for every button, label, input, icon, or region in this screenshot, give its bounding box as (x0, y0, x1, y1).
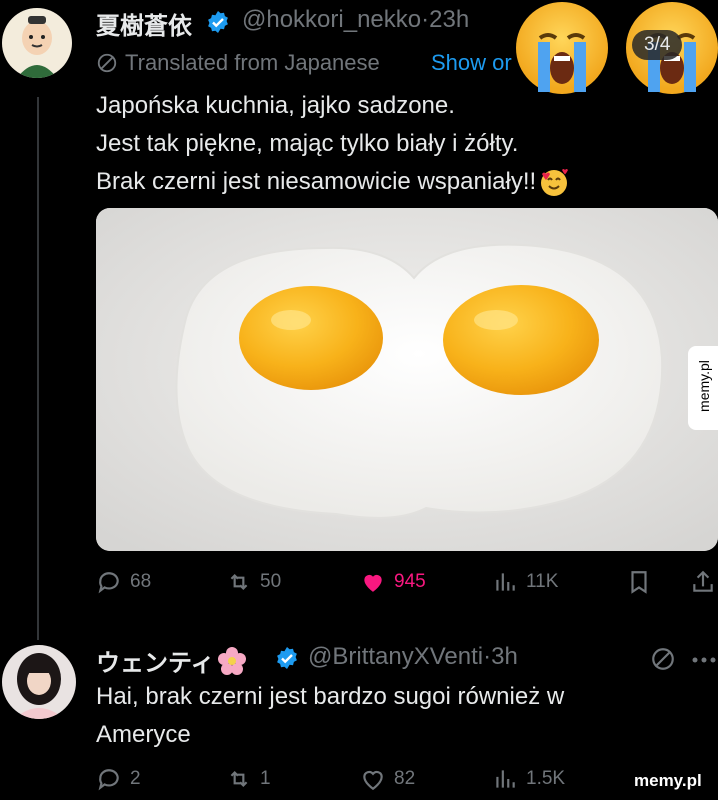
translated-label: Translated from Japanese (125, 50, 380, 75)
reply-count: 68 (130, 571, 152, 592)
like-count: 945 (394, 571, 426, 592)
views-count: 11K (526, 571, 559, 592)
repost-button[interactable]: 50 (226, 569, 281, 595)
image-counter: 3/4 (632, 30, 683, 60)
views-button[interactable]: 1.5K (492, 766, 565, 792)
share-button[interactable] (690, 569, 716, 595)
views-icon (496, 770, 515, 788)
views-count: 1.5K (526, 768, 566, 789)
tweet-image[interactable] (96, 208, 718, 551)
thread-line (37, 97, 39, 640)
show-original-link[interactable]: Show or (431, 50, 512, 76)
handle-text: @hokkori_nekko (242, 6, 422, 33)
handle-text: @BrittanyXVenti (308, 643, 484, 670)
display-name[interactable]: 夏樹蒼依 (96, 6, 192, 41)
repost-count: 50 (260, 571, 282, 592)
side-watermark-text: memy.pl (696, 360, 712, 412)
reply-icon (98, 572, 119, 594)
bookmark-button[interactable] (626, 569, 652, 595)
tweet-text-line: Japońska kuchnia, jajko sadzone. (96, 92, 455, 119)
smiling-face-with-hearts-icon (541, 169, 569, 196)
separator: · (421, 6, 430, 33)
timestamp[interactable]: 3h (491, 643, 518, 670)
display-name-text: ウェンティ (96, 650, 215, 677)
repost-button[interactable]: 1 (226, 766, 271, 792)
reply-count: 2 (130, 768, 141, 789)
cherry-blossom-icon (217, 646, 246, 675)
views-button[interactable]: 11K (492, 569, 558, 595)
heart-filled-icon (364, 574, 382, 592)
views-icon (496, 573, 515, 591)
handle[interactable]: @BrittanyXVenti·3h (308, 643, 518, 671)
reply-icon (98, 769, 119, 791)
display-name[interactable]: ウェンティ (96, 643, 247, 678)
crying-emoji-icon (516, 2, 608, 94)
tweet-text-line: Ameryce (96, 721, 191, 748)
side-watermark: memy.pl (688, 346, 718, 430)
verified-badge-icon (277, 647, 297, 669)
translate-icon (97, 53, 117, 73)
separator: · (483, 643, 492, 670)
like-button[interactable]: 82 (360, 766, 415, 792)
heart-icon (363, 770, 383, 791)
avatar[interactable] (2, 645, 76, 719)
repost-icon (230, 573, 248, 591)
tweet-text: Japońska kuchnia, jajko sadzone. Jest ta… (96, 87, 696, 201)
tweet-text-line: Hai, brak czerni jest bardzo sugoi równi… (96, 683, 565, 710)
handle[interactable]: @hokkori_nekko·23h (242, 6, 469, 34)
tweet-text-line: Jest tak piękne, mając tylko biały i żół… (96, 130, 519, 157)
reply-button[interactable]: 68 (96, 569, 151, 595)
verified-badge-icon (208, 11, 228, 33)
repost-count: 1 (260, 768, 271, 789)
tweet-text-line-3: Brak czerni jest niesamowicie wspaniały!… (96, 168, 537, 195)
fried-eggs-image (96, 208, 718, 551)
repost-icon (230, 770, 248, 788)
reply-button[interactable]: 2 (96, 766, 141, 792)
avatar[interactable] (2, 8, 72, 78)
bookmark-icon (631, 571, 647, 594)
like-count: 82 (394, 768, 416, 789)
timestamp[interactable]: 23h (429, 6, 469, 33)
more-options-icon[interactable] (692, 656, 716, 664)
translate-icon[interactable] (650, 646, 676, 672)
tweet-text: Hai, brak czerni jest bardzo sugoi równi… (96, 678, 706, 754)
watermark: memy.pl (634, 771, 702, 790)
like-button[interactable]: 945 (360, 569, 426, 595)
tweet-text-line: Brak czerni jest niesamowicie wspaniały!… (96, 163, 696, 201)
share-icon (693, 570, 713, 592)
